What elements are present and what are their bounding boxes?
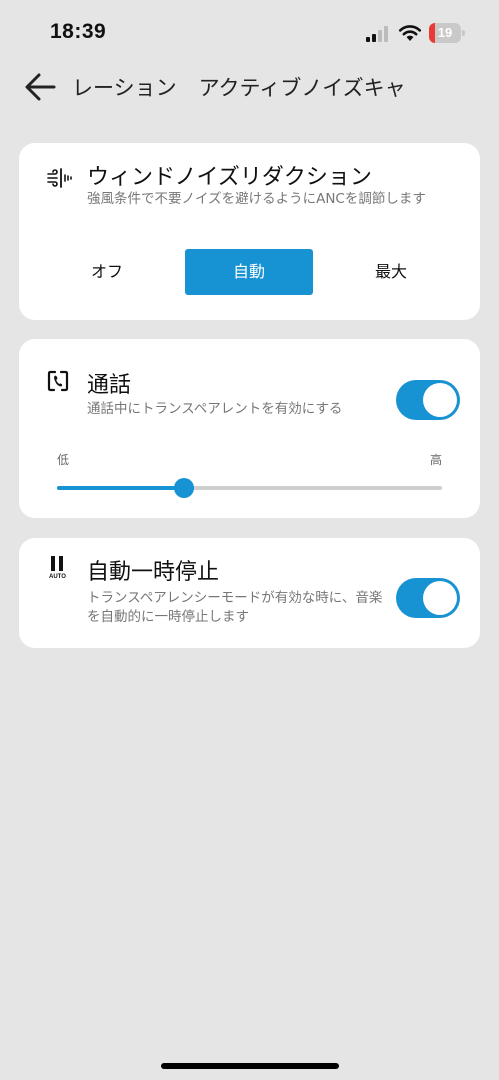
nav-tabs: レーション アクティブノイズキャ — [72, 72, 428, 102]
call-toggle[interactable] — [396, 380, 460, 420]
home-indicator — [161, 1063, 339, 1069]
slider-high-label: 高 — [430, 453, 443, 467]
call-transparency-icon — [47, 370, 69, 392]
pause-bar-left — [51, 556, 55, 571]
wifi-icon — [398, 25, 422, 41]
nav-tab-anc[interactable]: アクティブノイズキャ — [199, 72, 406, 102]
transparency-level-slider[interactable] — [57, 478, 442, 498]
auto-pause-toggle-knob — [423, 581, 457, 615]
auto-pause-icon: AUTO — [49, 556, 69, 584]
call-toggle-knob — [423, 383, 457, 417]
cellular-signal-icon — [366, 26, 388, 42]
back-arrow-icon — [25, 73, 56, 101]
slider-thumb[interactable] — [174, 478, 195, 498]
battery-indicator: 19 — [429, 23, 465, 43]
slider-fill — [57, 486, 185, 490]
wind-noise-title: ウィンドノイズリダクション — [87, 165, 372, 190]
pause-bar-right — [59, 556, 63, 571]
wind-noise-description: 強風条件で不要ノイズを避けるようにANCを調節します — [87, 191, 426, 207]
battery-icon: 19 — [429, 23, 461, 43]
auto-label: AUTO — [49, 574, 66, 580]
slider-low-label: 低 — [57, 453, 70, 467]
battery-cap — [462, 30, 465, 36]
wind-noise-icon — [47, 168, 72, 188]
nav-header: レーション アクティブノイズキャ — [0, 64, 499, 110]
call-description: 通話中にトランスペアレントを有効にする — [87, 401, 343, 417]
wind-option-max[interactable]: 最大 — [331, 249, 451, 295]
call-title: 通話 — [87, 373, 132, 398]
status-time: 18:39 — [50, 20, 107, 43]
wind-noise-card: ウィンドノイズリダクション 強風条件で不要ノイズを避けるようにANCを調節します… — [19, 143, 480, 320]
auto-pause-card: AUTO 自動一時停止 トランスペアレンシーモードが有効な時に、音楽を自動的に一… — [19, 538, 480, 648]
call-card: 通話 通話中にトランスペアレントを有効にする 低 高 — [19, 339, 480, 518]
wind-option-auto[interactable]: 自動 — [185, 249, 313, 295]
wind-option-off[interactable]: オフ — [47, 249, 167, 295]
nav-tab-previous[interactable]: レーション — [72, 72, 177, 102]
back-button[interactable] — [22, 70, 58, 104]
nav-tabs-scroller[interactable]: レーション アクティブノイズキャ — [72, 64, 432, 110]
battery-percent: 19 — [437, 25, 453, 40]
auto-pause-title: 自動一時停止 — [87, 560, 220, 585]
status-bar: 18:39 19 — [0, 0, 499, 64]
nav-fade — [402, 64, 432, 110]
auto-pause-description: トランスペアレンシーモードが有効な時に、音楽を自動的に一時停止します — [87, 590, 383, 625]
auto-pause-toggle[interactable] — [396, 578, 460, 618]
